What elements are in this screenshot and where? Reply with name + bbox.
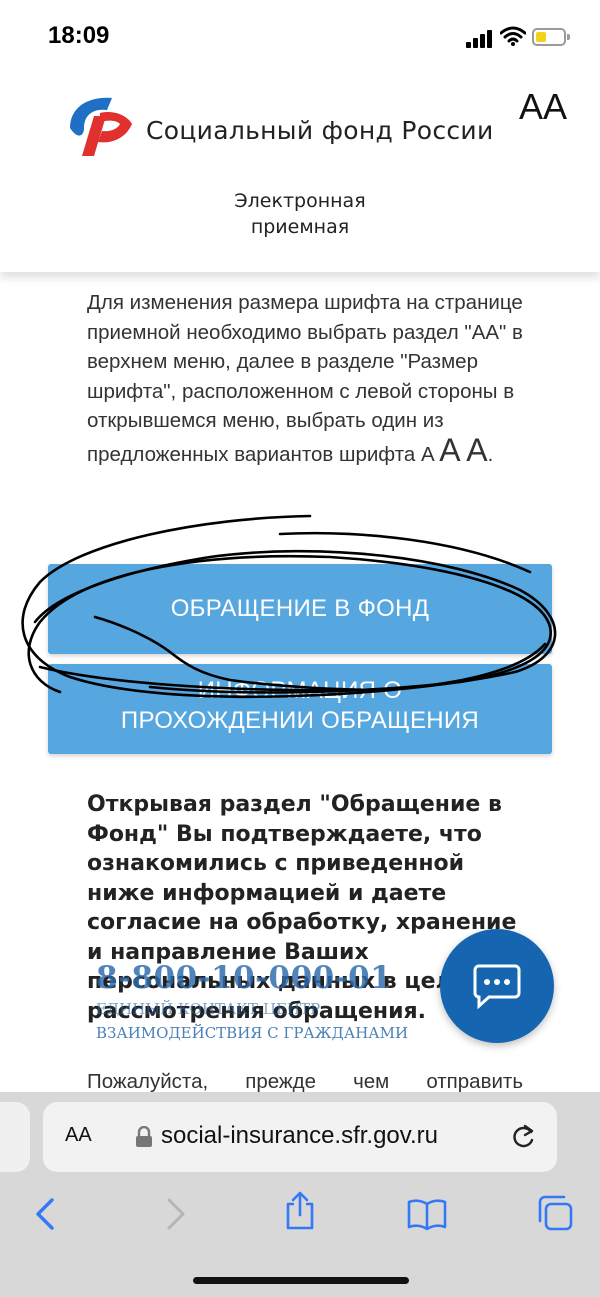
previous-tab-preview[interactable] [0, 1102, 30, 1172]
appeal-status-button[interactable]: ИНФОРМАЦИЯ О ПРОХОЖДЕНИИ ОБРАЩЕНИЯ [48, 664, 552, 754]
font-option-large[interactable]: A [439, 432, 460, 468]
back-icon[interactable] [34, 1197, 56, 1231]
reload-icon[interactable] [510, 1123, 536, 1151]
instructions-end: . [487, 442, 494, 466]
contact-center-phone[interactable]: 8-800-10-000-01 [96, 960, 392, 996]
main-content: Для изменения размера шрифта на странице… [0, 272, 600, 1092]
notice-text-partial: Пожалуйста, прежде чем отправить [87, 1070, 523, 1092]
font-instructions: Для изменения размера шрифта на странице… [87, 288, 527, 469]
contact-center-subtitle: ВЗАИМОДЕЙСТВИЯ С ГРАЖДАНАМИ [96, 1024, 409, 1042]
contact-center-title: ЕДИНЫЙ КОНТАКТ-ЦЕНТР [96, 1000, 321, 1018]
page-title: Электронная приемная [0, 188, 600, 240]
battery-icon [532, 28, 570, 46]
appeal-button[interactable]: ОБРАЩЕНИЕ В ФОНД [48, 564, 552, 654]
share-icon[interactable] [284, 1191, 316, 1231]
lock-icon [136, 1126, 152, 1147]
appeal-status-label: ИНФОРМАЦИЯ О [197, 677, 403, 704]
bookmarks-icon[interactable] [407, 1197, 447, 1231]
home-indicator[interactable] [193, 1277, 409, 1284]
address-bar[interactable]: AA social-insurance.sfr.gov.ru [43, 1102, 557, 1172]
status-bar: 18:09 [0, 0, 600, 70]
site-header: Социальный фонд России AA Электронная пр… [0, 70, 600, 272]
url-text[interactable]: social-insurance.sfr.gov.ru [161, 1122, 438, 1150]
appeal-status-label: ПРОХОЖДЕНИИ ОБРАЩЕНИЯ [120, 707, 480, 734]
forward-icon[interactable] [165, 1197, 187, 1231]
org-name[interactable]: Социальный фонд России [146, 116, 494, 145]
browser-toolbar: AA social-insurance.sfr.gov.ru [0, 1092, 600, 1297]
chat-button[interactable] [440, 929, 554, 1043]
chat-icon [473, 964, 521, 1009]
reader-aa-button[interactable]: AA [65, 1124, 92, 1147]
signal-icon [466, 30, 492, 48]
page-title-line: Электронная [234, 190, 366, 212]
status-time: 18:09 [48, 22, 110, 49]
logo-icon[interactable] [60, 88, 140, 158]
tabs-icon[interactable] [536, 1194, 574, 1232]
page-title-line: приемная [250, 216, 350, 238]
font-option-xlarge[interactable]: A [466, 432, 487, 468]
font-size-button[interactable]: AA [519, 86, 567, 128]
font-option-small[interactable]: A [421, 443, 434, 466]
wifi-icon [500, 26, 526, 46]
